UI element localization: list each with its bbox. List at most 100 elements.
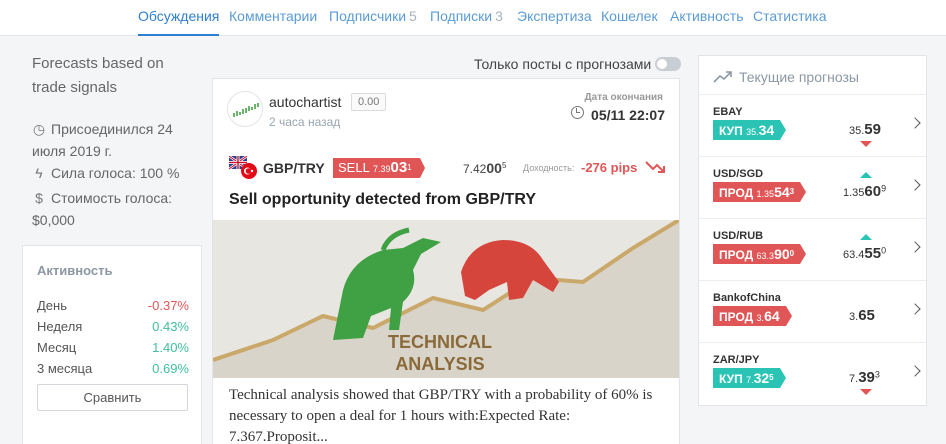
price-big: 65 xyxy=(858,307,875,324)
forecast-price: 3.65 xyxy=(849,307,875,324)
tab-followers[interactable]: Подписчики 5 xyxy=(329,8,417,36)
forecast-item[interactable]: USD/SGD ПРОД 1.35543 1.35609 xyxy=(699,156,926,218)
activity-row-week: Неделя 0.43% xyxy=(37,319,189,334)
chevron-right-icon[interactable] xyxy=(909,117,921,129)
price-small: 63.4 xyxy=(843,249,865,261)
forecast-item[interactable]: USD/RUB ПРОД 63.3900 63.4550 xyxy=(699,218,926,280)
tab-discussions[interactable]: Обсуждения xyxy=(138,8,220,36)
history-icon xyxy=(571,106,584,119)
chevron-right-icon[interactable] xyxy=(909,303,921,315)
toggle-knob xyxy=(657,59,667,69)
forecast-price: 35.59 xyxy=(849,121,881,138)
activity-row-3months: 3 месяца 0.69% xyxy=(37,361,189,376)
tab-label: Подписчики xyxy=(329,8,407,24)
arrow-up-icon xyxy=(860,234,872,240)
tab-label: Экспертиза xyxy=(517,8,592,24)
dollar-icon: $ xyxy=(35,190,43,206)
forecast-item[interactable]: ZAR/JPY КУП 7.325 7.393 xyxy=(699,342,926,404)
tab-expertise[interactable]: Экспертиза xyxy=(517,8,592,36)
forecast-action: ПРОД xyxy=(719,186,754,200)
tab-comments[interactable]: Комментарии xyxy=(229,8,317,36)
tab-following[interactable]: Подписки 3 xyxy=(430,8,503,36)
price-small: 7. xyxy=(849,373,859,385)
price-big: 60 xyxy=(864,183,882,200)
tab-activity[interactable]: Активность xyxy=(670,8,744,36)
arrow-up-icon xyxy=(860,172,872,178)
signal-type: SELL xyxy=(338,160,370,175)
forecast-name: EBAY xyxy=(713,106,743,118)
price-big: 00 xyxy=(486,160,502,176)
author-avatar[interactable] xyxy=(227,91,263,127)
compare-button[interactable]: Сравнить xyxy=(37,384,188,411)
arrow-down-icon xyxy=(860,141,872,147)
forecast-action: КУП xyxy=(719,124,743,138)
signal-chip: SELL 7.39031 xyxy=(333,158,425,178)
forecast-filter-toggle[interactable] xyxy=(655,57,681,71)
tab-label: Обсуждения xyxy=(138,8,220,24)
image-caption: TECHNICAL ANALYSIS xyxy=(388,331,492,375)
tab-label: Кошелек xyxy=(601,8,658,24)
price-big: 59 xyxy=(864,121,881,138)
author-name[interactable]: autochartist xyxy=(269,94,341,110)
forecast-chip: ПРОД 63.3900 xyxy=(713,244,807,264)
post-card[interactable]: autochartist 0.00 2 часа назад Дата окон… xyxy=(212,78,680,444)
forecast-item[interactable]: BankofChina ПРОД 3.64 3.65 xyxy=(699,280,926,342)
chip-price-small: 35. xyxy=(746,127,759,137)
activity-label: Месяц xyxy=(37,340,77,355)
profile-tabs: Обсуждения Комментарии Подписчики 5 Подпи… xyxy=(0,0,946,36)
tab-label: Активность xyxy=(670,8,744,24)
lightning-icon: ϟ xyxy=(35,165,43,181)
activity-panel: Активность День -0.37% Неделя 0.43% Месяц 1… xyxy=(22,245,202,444)
arrow-down-icon xyxy=(860,389,872,395)
activity-row-day: День -0.37% xyxy=(37,298,189,313)
chip-price-sup: 0 xyxy=(789,249,795,258)
image-text-line1: TECHNICAL xyxy=(388,332,492,352)
forecast-price: 7.393 xyxy=(849,369,880,386)
forecast-action: ПРОД xyxy=(719,248,754,262)
tab-label: Комментарии xyxy=(229,8,318,24)
chevron-right-icon[interactable] xyxy=(909,179,921,191)
expiry-value: 05/11 22:07 xyxy=(591,107,665,123)
tab-wallet[interactable]: Кошелек xyxy=(601,8,658,36)
clock-icon: ◷ xyxy=(32,121,46,137)
chip-price-big: 64 xyxy=(764,308,780,324)
chip-price-big: 54 xyxy=(774,184,790,200)
activity-value: 0.69% xyxy=(152,361,189,376)
post-title[interactable]: Sell opportunity detected from GBP/TRY xyxy=(229,191,536,209)
tab-count: 5 xyxy=(409,8,417,24)
chip-price-small: 3. xyxy=(756,313,765,323)
signal-price-big: 03 xyxy=(390,159,408,176)
chip-price-big: 34 xyxy=(758,122,775,138)
post-time[interactable]: 2 часа назад xyxy=(269,115,340,129)
price-small: 3. xyxy=(849,311,859,323)
tab-count: 3 xyxy=(495,8,503,24)
forecast-action: КУП xyxy=(719,372,743,386)
chevron-right-icon[interactable] xyxy=(909,365,921,377)
post-image[interactable]: TECHNICAL ANALYSIS xyxy=(213,220,679,378)
tab-statistics[interactable]: Статистика xyxy=(753,8,827,36)
forecast-item[interactable]: EBAY КУП 35.34 35.59 xyxy=(699,94,926,156)
profile-sidebar: Forecasts based on trade signals xyxy=(32,52,202,100)
chip-price-big: 90 xyxy=(774,246,790,262)
post-excerpt[interactable]: Technical analysis showed that GBP/TRY w… xyxy=(229,385,669,444)
activity-label: День xyxy=(37,298,67,313)
price-big: 39 xyxy=(858,369,875,386)
chevron-right-icon[interactable] xyxy=(909,241,921,253)
chip-price-sup: 3 xyxy=(789,187,795,196)
forecast-price: 1.35609 xyxy=(843,183,886,200)
price-sup: 5 xyxy=(501,161,507,170)
price-small: 7.42 xyxy=(463,162,487,176)
chip-price-big: 32 xyxy=(753,370,770,386)
price-sup: 0 xyxy=(881,245,887,256)
chip-price-sup: 5 xyxy=(769,373,774,382)
current-price: 7.42005 xyxy=(463,160,506,176)
forecast-chip: ПРОД 3.64 xyxy=(713,306,792,326)
image-text-line2: ANALYSIS xyxy=(395,354,485,374)
price-sup: 9 xyxy=(881,183,887,194)
joined-text: Присоединился 24 июля 2019 г. xyxy=(32,121,173,159)
price-big: 55 xyxy=(864,245,882,262)
activity-value: -0.37% xyxy=(147,298,189,313)
signal-price-small: 7.39 xyxy=(372,164,391,174)
currency-pair[interactable]: GBP/TRY xyxy=(263,160,325,176)
forecasts-title: Текущие прогнозы xyxy=(739,69,859,85)
